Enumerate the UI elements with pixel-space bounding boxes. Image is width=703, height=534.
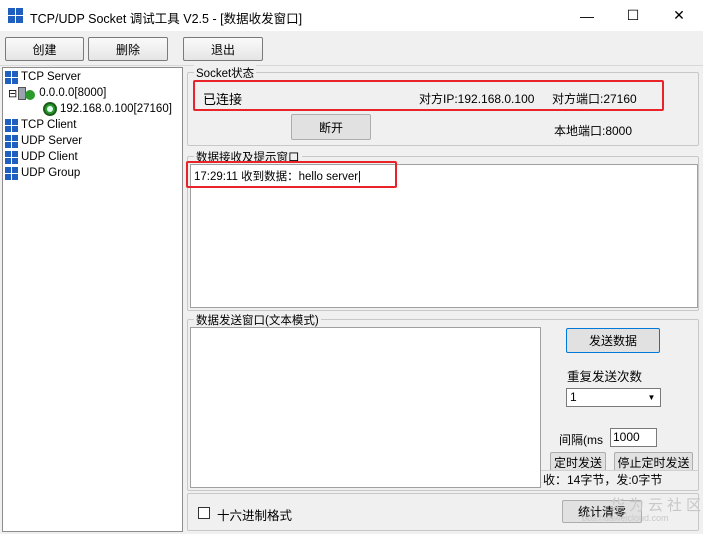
repeat-count-select[interactable]: 1 ▼ [566, 388, 661, 407]
local-port: 本地端口:8000 [554, 124, 633, 138]
tree-item-label: 0.0.0.0[8000] [39, 87, 107, 99]
tree-item-label: UDP Group [21, 167, 81, 179]
exit-button[interactable]: 退出 [183, 37, 263, 61]
send-textarea[interactable] [190, 327, 541, 488]
watermark-logo: 华为云社区 [610, 497, 703, 514]
network-icon [5, 166, 18, 180]
hex-format-label: 十六进制格式 [217, 509, 293, 523]
network-icon [5, 150, 18, 164]
connection-icon [43, 102, 57, 116]
create-button[interactable]: 创建 [5, 37, 84, 61]
tree-item-tcp-client[interactable]: TCP Client [5, 117, 76, 133]
group-title: Socket状态 [194, 65, 257, 81]
watermark-url: bbs.huaweicloud.com [582, 513, 669, 523]
server-play-icon [18, 86, 36, 100]
maximize-button[interactable]: ☐ [610, 0, 656, 31]
app-icon [8, 8, 24, 24]
interval-label: 间隔(ms [559, 433, 603, 447]
socket-tree: TCP Server ⊟ 0.0.0.0[8000] 192.168.0.100… [2, 67, 183, 532]
tree-item-udp-server[interactable]: UDP Server [5, 133, 82, 149]
tree-item-server-instance[interactable]: ⊟ 0.0.0.0[8000] [8, 85, 106, 101]
toolbar: 创建 删除 退出 [0, 31, 703, 66]
highlight-box [186, 161, 397, 188]
repeat-count-label: 重复发送次数 [567, 370, 643, 384]
group-title: 数据发送窗口(文本模式) [194, 312, 321, 328]
tree-item-connection[interactable]: 192.168.0.100[27160] [43, 101, 172, 117]
send-data-button[interactable]: 发送数据 [566, 328, 660, 353]
tree-item-label: TCP Client [21, 119, 77, 131]
peer-port: 对方端口:27160 [552, 92, 637, 106]
interval-input[interactable]: 1000 [610, 428, 657, 447]
tree-item-tcp-server[interactable]: TCP Server [5, 69, 81, 85]
title-bar: TCP/UDP Socket 调试工具 V2.5 - [数据收发窗口] — ☐ … [0, 0, 703, 31]
tree-item-udp-group[interactable]: UDP Group [5, 165, 80, 181]
window-title: TCP/UDP Socket 调试工具 V2.5 - [数据收发窗口] [30, 12, 303, 26]
minimize-button[interactable]: — [564, 0, 610, 31]
byte-stats: 收：14字节，发:0字节 [541, 470, 698, 489]
repeat-count-value: 1 [570, 390, 577, 404]
delete-button[interactable]: 删除 [88, 37, 168, 61]
collapse-icon[interactable]: ⊟ [8, 87, 17, 100]
connection-state: 已连接 [203, 92, 243, 107]
network-icon [5, 134, 18, 148]
tree-item-label: UDP Client [21, 151, 78, 163]
tree-item-label: UDP Server [21, 135, 83, 147]
tree-item-udp-client[interactable]: UDP Client [5, 149, 78, 165]
hex-format-checkbox[interactable] [198, 507, 210, 519]
close-button[interactable]: ✕ [656, 0, 702, 31]
network-icon [5, 118, 18, 132]
peer-ip: 对方IP:192.168.0.100 [419, 92, 535, 106]
disconnect-button[interactable]: 断开 [291, 114, 371, 140]
network-icon [5, 70, 18, 84]
tree-item-label: 192.168.0.100[27160] [60, 103, 172, 115]
chevron-down-icon[interactable]: ▼ [643, 389, 660, 406]
tree-item-label: TCP Server [21, 71, 81, 83]
